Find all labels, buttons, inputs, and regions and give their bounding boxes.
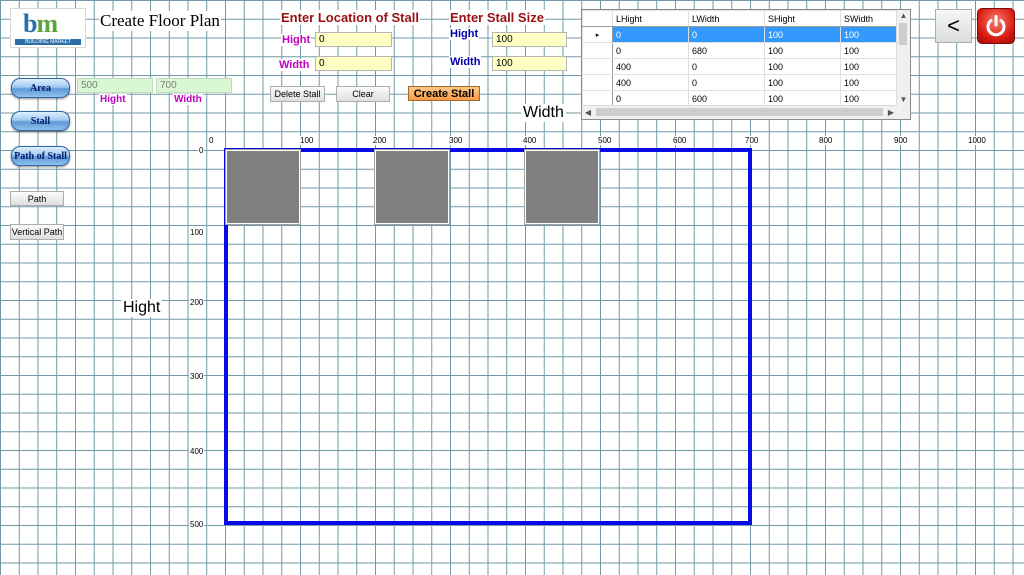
table-cell[interactable]: 680	[688, 42, 765, 59]
logo-text: BUILDING MARKET	[15, 39, 81, 45]
size-section-title: Enter Stall Size	[449, 10, 545, 25]
stall-block[interactable]	[225, 149, 301, 225]
y-tick-label: 500	[189, 520, 205, 529]
scroll-right-icon[interactable]: ▶	[885, 106, 897, 119]
y-tick-label: 400	[189, 447, 205, 456]
table-cell[interactable]: 100	[764, 26, 841, 43]
table-row[interactable]: 400 0 100 100	[582, 74, 899, 91]
scroll-left-icon[interactable]: ◀	[582, 106, 594, 119]
area-width-label: Width	[173, 94, 203, 105]
width-axis-label: Width	[521, 104, 566, 122]
column-header-lwidth[interactable]: LWidth	[688, 10, 765, 27]
stall-block[interactable]	[524, 149, 600, 225]
logo: bm BUILDING MARKET	[10, 8, 86, 48]
location-width-label: Width	[278, 59, 311, 71]
location-hight-input[interactable]	[315, 32, 392, 47]
power-icon	[986, 15, 1006, 37]
path-of-stall-button[interactable]: Path of Stall	[11, 146, 70, 166]
table-cell[interactable]: 100	[840, 74, 899, 91]
row-header[interactable]	[582, 42, 613, 59]
table-cell[interactable]: 100	[764, 42, 841, 59]
x-tick-label: 1000	[967, 136, 987, 145]
area-hight-input[interactable]	[77, 78, 153, 93]
vertical-path-button[interactable]: Vertical Path	[10, 224, 64, 240]
table-cell[interactable]: 100	[764, 58, 841, 75]
size-width-label: Width	[449, 56, 482, 68]
x-tick-label: 300	[448, 136, 464, 145]
table-cell[interactable]: 0	[612, 42, 689, 59]
x-tick-label: 100	[299, 136, 315, 145]
stall-block[interactable]	[374, 149, 450, 225]
x-tick-label: 0	[208, 136, 215, 145]
size-width-input[interactable]	[492, 56, 567, 71]
x-tick-label: 200	[372, 136, 388, 145]
stall-button[interactable]: Stall	[11, 111, 70, 131]
table-row[interactable]: ▸ 0 0 100 100	[582, 26, 899, 43]
size-hight-label: Hight	[449, 28, 480, 40]
x-tick-label: 900	[893, 136, 909, 145]
vertical-scroll-thumb[interactable]	[899, 23, 907, 45]
row-header[interactable]	[582, 58, 613, 75]
table-cell[interactable]: 0	[688, 26, 765, 43]
x-tick-label: 800	[818, 136, 834, 145]
column-header-swidth[interactable]: SWidth	[840, 10, 899, 27]
x-tick-label: 500	[597, 136, 613, 145]
column-header-lhight[interactable]: LHight	[612, 10, 689, 27]
table-cell[interactable]: 100	[840, 26, 899, 43]
table-cell[interactable]: 0	[688, 58, 765, 75]
y-tick-label: 200	[189, 298, 205, 307]
y-tick-label: 100	[189, 228, 205, 237]
hight-axis-label: Hight	[121, 299, 163, 317]
back-button[interactable]: <	[935, 9, 972, 43]
row-header-corner	[582, 10, 613, 27]
power-button[interactable]	[977, 8, 1015, 44]
area-width-input[interactable]	[156, 78, 232, 93]
location-hight-label: Hight	[281, 34, 312, 46]
table-cell[interactable]: 400	[612, 58, 689, 75]
area-button[interactable]: Area	[11, 78, 70, 98]
location-section-title: Enter Location of Stall	[280, 10, 420, 25]
x-tick-label: 400	[522, 136, 538, 145]
column-header-shight[interactable]: SHight	[764, 10, 841, 27]
x-tick-label: 600	[672, 136, 688, 145]
delete-stall-button[interactable]: Delete Stall	[270, 86, 325, 102]
size-hight-input[interactable]	[492, 32, 567, 47]
table-header-row: LHight LWidth SHight SWidth	[582, 10, 899, 27]
y-tick-label: 300	[189, 372, 205, 381]
path-button[interactable]: Path	[10, 191, 64, 206]
scroll-up-icon[interactable]: ▲	[897, 10, 910, 22]
current-row-indicator-icon: ▸	[582, 26, 613, 43]
y-tick-label: 0	[198, 146, 205, 155]
table-cell[interactable]: 100	[764, 74, 841, 91]
stall-data-grid[interactable]: LHight LWidth SHight SWidth ▸ 0 0 100 10…	[581, 9, 911, 120]
page-title: Create Floor Plan	[99, 11, 221, 31]
table-cell[interactable]: 100	[840, 42, 899, 59]
logo-mark: bm	[23, 9, 58, 38]
scrollbar-corner	[897, 106, 910, 119]
x-tick-label: 700	[744, 136, 760, 145]
table-row[interactable]: 400 0 100 100	[582, 58, 899, 75]
table-cell[interactable]: 100	[840, 58, 899, 75]
row-header[interactable]	[582, 74, 613, 91]
table-row[interactable]: 0 680 100 100	[582, 42, 899, 59]
horizontal-scroll-thumb[interactable]	[596, 108, 883, 116]
table-cell[interactable]: 0	[612, 26, 689, 43]
table-cell[interactable]: 400	[612, 74, 689, 91]
location-width-input[interactable]	[315, 56, 392, 71]
floor-area[interactable]	[224, 148, 752, 525]
clear-button[interactable]: Clear	[336, 86, 390, 102]
stall-table: LHight LWidth SHight SWidth ▸ 0 0 100 10…	[582, 10, 899, 107]
vertical-scrollbar[interactable]: ▲ ▼	[896, 10, 910, 106]
scroll-down-icon[interactable]: ▼	[897, 94, 910, 106]
create-stall-button[interactable]: Create Stall	[408, 86, 480, 101]
horizontal-scrollbar[interactable]: ◀ ▶	[582, 105, 897, 119]
area-hight-label: Hight	[99, 94, 127, 105]
table-cell[interactable]: 0	[688, 74, 765, 91]
